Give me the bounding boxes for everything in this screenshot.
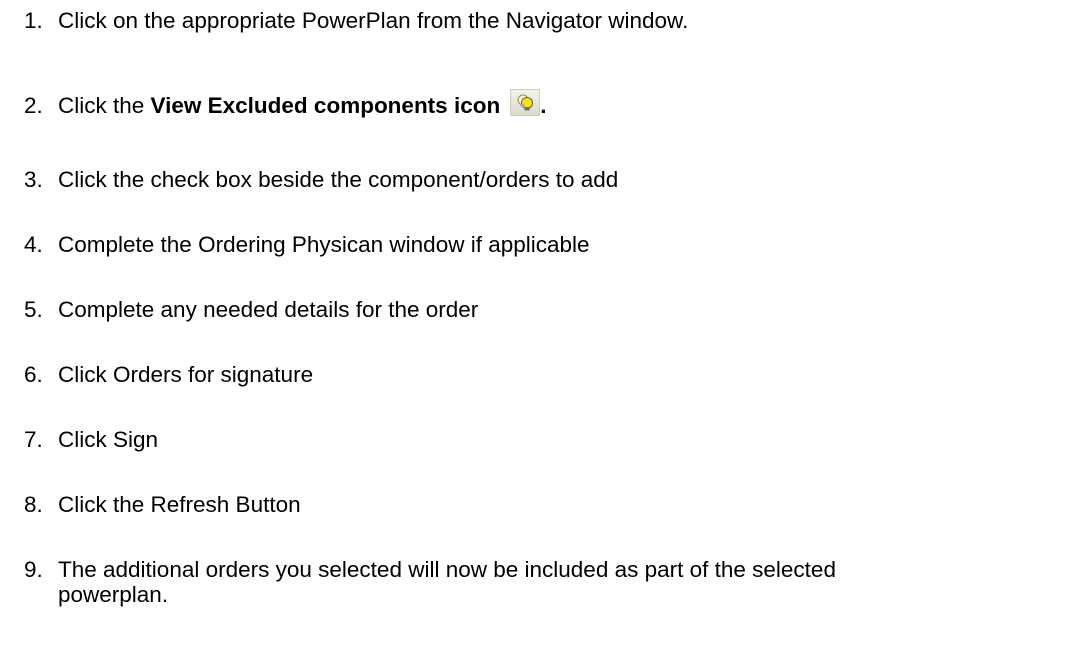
step-number: 4. — [24, 232, 43, 257]
step-3: 3. Click the check box beside the compone… — [24, 167, 618, 192]
step-bold-text: View Excluded components icon — [150, 93, 501, 118]
step-text: Click the — [58, 93, 151, 118]
instruction-steps: 1. Click on the appropriate PowerPlan fro… — [0, 0, 1079, 667]
step-bold-suffix: . — [540, 93, 547, 118]
step-number: 5. — [24, 297, 43, 322]
step-number: 3. — [24, 167, 43, 192]
step-text: Click the Refresh Button — [58, 492, 301, 517]
step-4: 4. Complete the Ordering Physican window … — [24, 232, 590, 257]
step-number: 9. — [24, 557, 43, 582]
step-9: 9. The additional orders you selected wil… — [24, 557, 836, 607]
step-number: 2. — [24, 93, 43, 118]
step-text: Complete the Ordering Physican window if… — [58, 232, 590, 257]
step-text: Complete any needed details for the orde… — [58, 297, 479, 322]
step-8: 8. Click the Refresh Button — [24, 492, 301, 517]
step-1: 1. Click on the appropriate PowerPlan fro… — [24, 8, 688, 33]
step-text-continuation: powerplan. — [58, 582, 169, 607]
step-5: 5. Complete any needed details for the or… — [24, 297, 478, 322]
step-text: Click Sign — [58, 427, 159, 452]
step-7: 7. Click Sign — [24, 427, 158, 452]
view-excluded-components-icon — [510, 89, 541, 116]
step-6: 6. Click Orders for signature — [24, 362, 313, 387]
step-number: 6. — [24, 362, 43, 387]
step-number: 1. — [24, 8, 43, 33]
step-text: Click on the appropriate PowerPlan from … — [58, 8, 689, 33]
step-text: Click the check box beside the component… — [58, 167, 619, 192]
step-number: 8. — [24, 492, 43, 517]
step-number: 7. — [24, 427, 43, 452]
step-2: 2. Click the View Excluded components ico… — [24, 89, 546, 118]
step-text: Click Orders for signature — [58, 362, 314, 387]
step-text: The additional orders you selected will … — [58, 557, 836, 582]
